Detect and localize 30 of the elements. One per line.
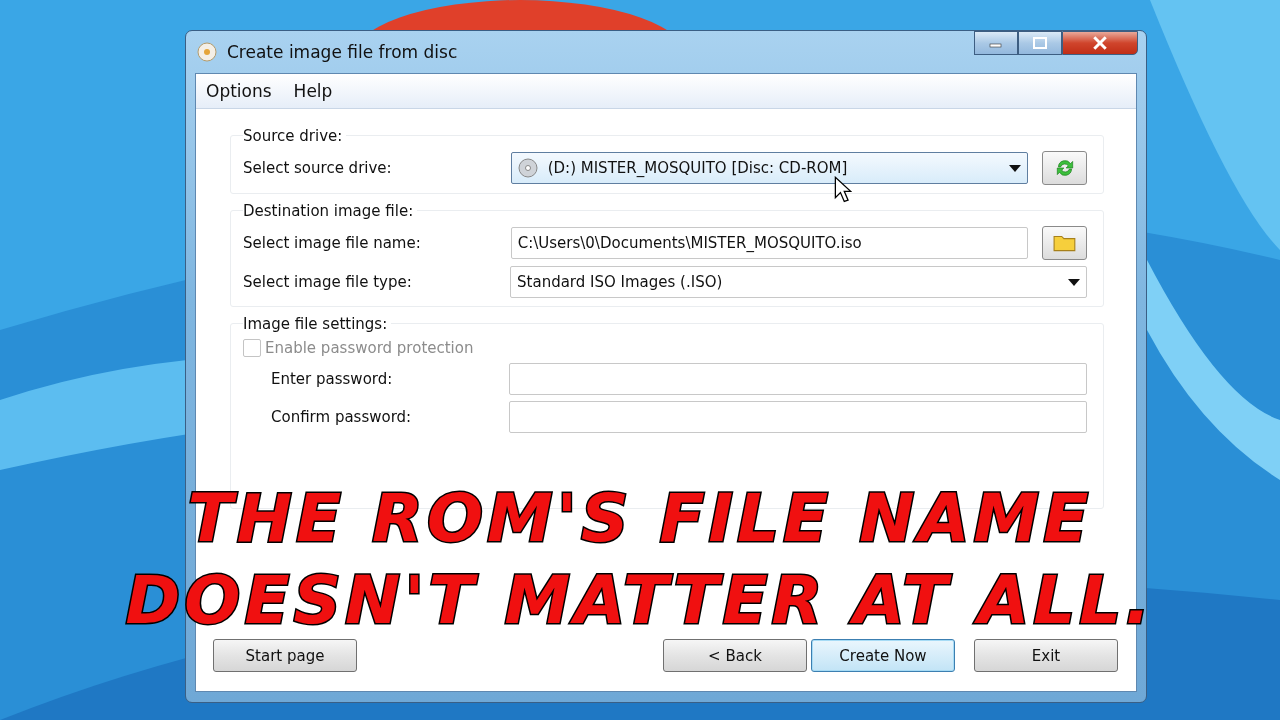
- group-title: Image file settings:: [243, 315, 392, 333]
- minimize-button[interactable]: [974, 31, 1018, 55]
- menu-item[interactable]: Help: [293, 81, 333, 101]
- dialog-button[interactable]: < Back: [663, 639, 807, 672]
- maximize-icon: [1033, 37, 1047, 49]
- password-field[interactable]: [509, 401, 1087, 433]
- close-icon: [1092, 36, 1108, 50]
- dialog-button[interactable]: Exit: [974, 639, 1118, 672]
- dialog-button[interactable]: Start page: [213, 639, 357, 672]
- dialog-button[interactable]: Create Now: [811, 639, 955, 672]
- field-label: Confirm password:: [271, 408, 413, 426]
- disc-icon: [517, 158, 538, 178]
- source-drive-dropdown[interactable]: (D:) MISTER_MOSQUITO [Disc: CD-ROM]: [510, 152, 1029, 184]
- field-label: Select image file name:: [243, 234, 422, 252]
- field-label: Enter password:: [271, 370, 394, 388]
- window-title: Create image file from disc: [227, 42, 458, 62]
- refresh-button[interactable]: [1042, 151, 1087, 185]
- group-title: Destination image file:: [243, 202, 418, 220]
- file-type-dropdown[interactable]: Standard ISO Images (.ISO): [510, 266, 1087, 298]
- folder-button[interactable]: [1042, 226, 1087, 260]
- disc-icon: [197, 42, 217, 62]
- close-button[interactable]: [1062, 31, 1138, 55]
- mouse-cursor-icon: [834, 176, 852, 204]
- menu-item[interactable]: Options: [206, 81, 272, 101]
- maximize-button[interactable]: [1018, 31, 1062, 55]
- password-field[interactable]: [509, 363, 1087, 395]
- field-label: Select source drive:: [243, 159, 393, 177]
- file-name-field[interactable]: C:\Users\0\Documents\MISTER_MOSQUITO.iso: [510, 227, 1029, 259]
- folder-icon: [1052, 233, 1077, 253]
- field-label: Select image file type:: [243, 273, 413, 291]
